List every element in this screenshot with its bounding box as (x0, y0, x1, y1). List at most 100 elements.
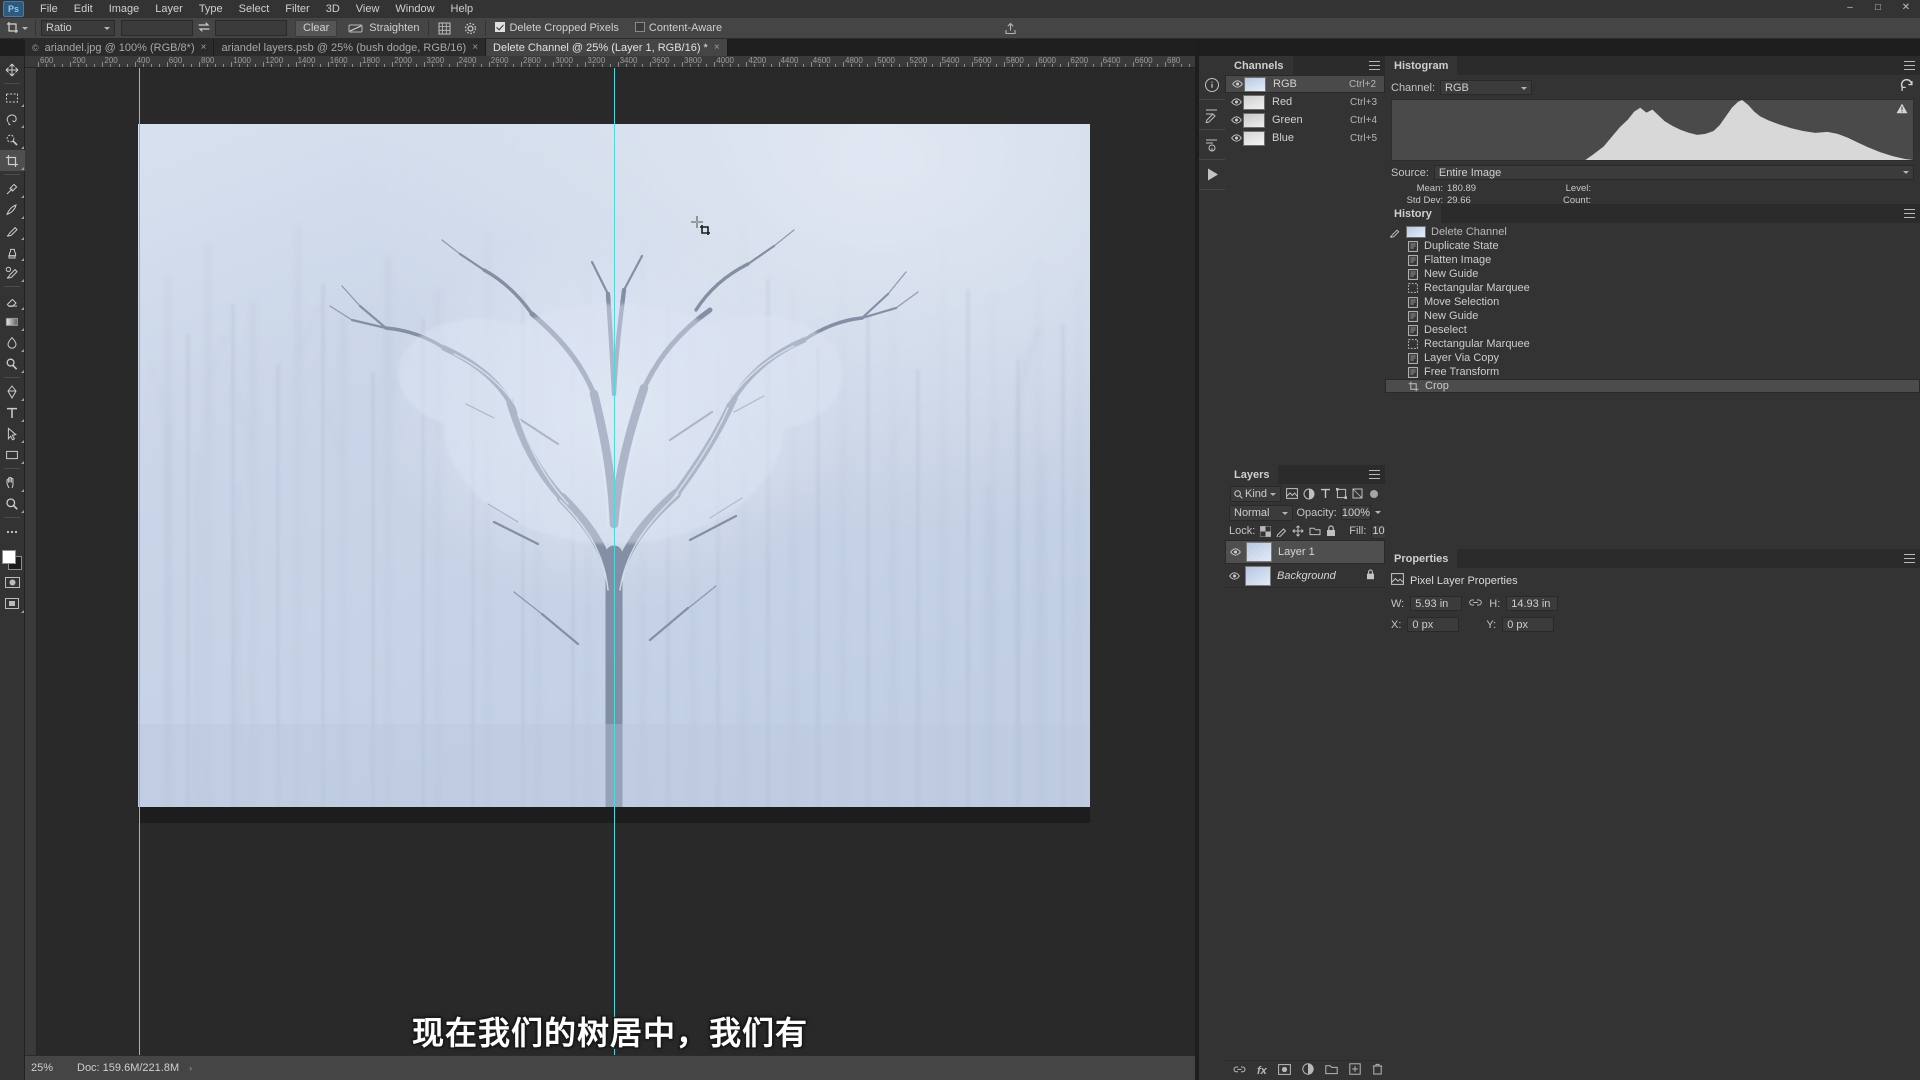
histogram-source-select[interactable]: Entire Image (1433, 165, 1914, 180)
visibility-eye-icon[interactable] (1229, 98, 1243, 106)
tab-histogram[interactable]: Histogram (1385, 56, 1458, 75)
clone-stamp-tool-icon[interactable] (0, 241, 25, 262)
guide-extension-center[interactable] (614, 68, 615, 1055)
crop-ratio-select[interactable]: Ratio (41, 20, 115, 36)
add-layer-style-icon[interactable]: fx (1257, 1065, 1267, 1077)
tab-layers[interactable]: Layers (1225, 465, 1279, 484)
menu-item-image[interactable]: Image (101, 0, 148, 18)
zoom-tool-icon[interactable] (0, 493, 25, 514)
menu-item-help[interactable]: Help (443, 0, 482, 18)
actions-play-icon[interactable] (1199, 160, 1225, 190)
straighten-icon[interactable] (345, 19, 365, 37)
filter-pixel-icon[interactable] (1286, 487, 1298, 500)
eyedropper-tool-icon[interactable] (0, 178, 25, 199)
styles-panel-icon[interactable] (1199, 130, 1225, 160)
lock-artboard-nesting-icon[interactable] (1309, 525, 1321, 538)
lock-position-icon[interactable] (1292, 525, 1304, 538)
add-layer-mask-icon[interactable] (1277, 1063, 1291, 1078)
layer-row-background[interactable]: Background (1225, 564, 1385, 588)
chevron-down-icon[interactable] (22, 26, 28, 30)
pen-tool-icon[interactable] (0, 381, 25, 402)
channel-row-rgb[interactable]: RGB Ctrl+2 (1225, 75, 1385, 93)
filter-shape-icon[interactable] (1336, 487, 1347, 500)
cached-data-warning-icon[interactable] (1896, 103, 1908, 117)
layer-row-layer-1[interactable]: Layer 1 (1225, 540, 1385, 564)
grid-overlay-icon[interactable] (434, 19, 454, 37)
link-dimensions-icon[interactable] (1468, 597, 1483, 611)
quick-selection-tool-icon[interactable] (0, 129, 25, 150)
blend-mode-select[interactable]: Normal (1229, 504, 1293, 521)
rectangle-tool-icon[interactable] (0, 444, 25, 465)
straighten-label[interactable]: Straighten (365, 22, 423, 34)
vertical-ruler[interactable] (25, 68, 37, 1055)
lasso-tool-icon[interactable] (0, 108, 25, 129)
visibility-eye-icon[interactable] (1227, 571, 1241, 580)
history-state-row[interactable]: New Guide (1385, 309, 1920, 323)
history-state-row[interactable]: Deselect (1385, 323, 1920, 337)
filter-enable-toggle[interactable] (1368, 487, 1380, 500)
height-field[interactable]: 14.93 in (1506, 596, 1559, 611)
hand-tool-icon[interactable] (0, 472, 25, 493)
refresh-icon[interactable] (1900, 78, 1914, 96)
rectangular-marquee-tool-icon[interactable] (0, 87, 25, 108)
channel-row-green[interactable]: Green Ctrl+4 (1225, 111, 1385, 129)
width-field[interactable]: 5.93 in (1410, 596, 1463, 611)
history-brush-source-icon[interactable] (1388, 227, 1401, 238)
window-controls[interactable]: – □ ✕ (1836, 0, 1920, 18)
move-tool-icon[interactable] (0, 59, 25, 80)
crop-width-input[interactable] (121, 20, 193, 36)
history-state-row[interactable]: Duplicate State (1385, 239, 1920, 253)
tab-channels[interactable]: Channels (1225, 56, 1293, 75)
type-tool-icon[interactable] (0, 402, 25, 423)
panel-menu-icon[interactable] (1369, 61, 1380, 70)
dodge-tool-icon[interactable] (0, 353, 25, 374)
lock-image-pixels-icon[interactable] (1276, 525, 1287, 538)
info-panel-icon[interactable] (1199, 70, 1225, 100)
foreground-color-swatch[interactable] (2, 550, 16, 564)
close-icon[interactable]: × (201, 42, 207, 53)
history-state-row[interactable]: Rectangular Marquee (1385, 337, 1920, 351)
tab-properties[interactable]: Properties (1385, 549, 1458, 568)
layer-filter-kind-select[interactable]: Kind (1230, 485, 1281, 502)
menu-item-edit[interactable]: Edit (66, 0, 101, 18)
brush-tool-icon[interactable] (0, 220, 25, 241)
opacity-value[interactable]: 100% (1340, 505, 1371, 520)
menu-item-file[interactable]: File (32, 0, 66, 18)
maximize-button[interactable]: □ (1864, 0, 1892, 18)
lock-transparent-pixels-icon[interactable] (1260, 525, 1272, 538)
new-layer-icon[interactable] (1349, 1063, 1361, 1078)
panel-menu-icon[interactable] (1904, 209, 1915, 218)
close-button[interactable]: ✕ (1892, 0, 1920, 18)
document-tab-2[interactable]: Delete Channel @ 25% (Layer 1, RGB/16) *… (486, 39, 728, 56)
filter-type-icon[interactable] (1320, 487, 1331, 500)
panel-menu-icon[interactable] (1904, 554, 1915, 563)
visibility-eye-icon[interactable] (1228, 548, 1242, 556)
document-size-info[interactable]: Doc: 159.6M/221.8M (77, 1062, 179, 1074)
swap-arrows-icon[interactable] (193, 21, 215, 36)
y-field[interactable]: 0 px (1502, 617, 1555, 632)
spot-healing-brush-tool-icon[interactable] (0, 199, 25, 220)
histogram-channel-select[interactable]: RGB (1440, 80, 1533, 95)
document-tab-1[interactable]: ariandel layers.psb @ 25% (bush dodge, R… (214, 39, 487, 56)
path-selection-tool-icon[interactable] (0, 423, 25, 444)
lock-all-icon[interactable] (1326, 525, 1336, 538)
history-state-row[interactable]: Layer Via Copy (1385, 351, 1920, 365)
zoom-level[interactable]: 25% (31, 1062, 67, 1074)
history-state-row[interactable]: Rectangular Marquee (1385, 281, 1920, 295)
menu-item-type[interactable]: Type (191, 0, 231, 18)
close-icon[interactable]: × (472, 42, 478, 53)
new-group-icon[interactable] (1325, 1064, 1338, 1078)
content-aware-checkbox[interactable]: Content-Aware (631, 22, 726, 34)
screen-mode-icon[interactable] (0, 593, 25, 614)
crop-tool-icon[interactable] (4, 19, 30, 38)
x-field[interactable]: 0 px (1407, 617, 1460, 632)
history-state-row[interactable]: Crop (1385, 379, 1920, 393)
filter-adjustment-icon[interactable] (1303, 487, 1315, 500)
link-layers-icon[interactable] (1233, 1064, 1246, 1078)
gradient-tool-icon[interactable] (0, 311, 25, 332)
canvas-area[interactable] (37, 68, 1195, 1055)
panel-menu-icon[interactable] (1904, 61, 1915, 70)
visibility-eye-icon[interactable] (1229, 116, 1243, 124)
share-icon[interactable] (1000, 19, 1020, 37)
history-brush-tool-icon[interactable] (0, 262, 25, 283)
